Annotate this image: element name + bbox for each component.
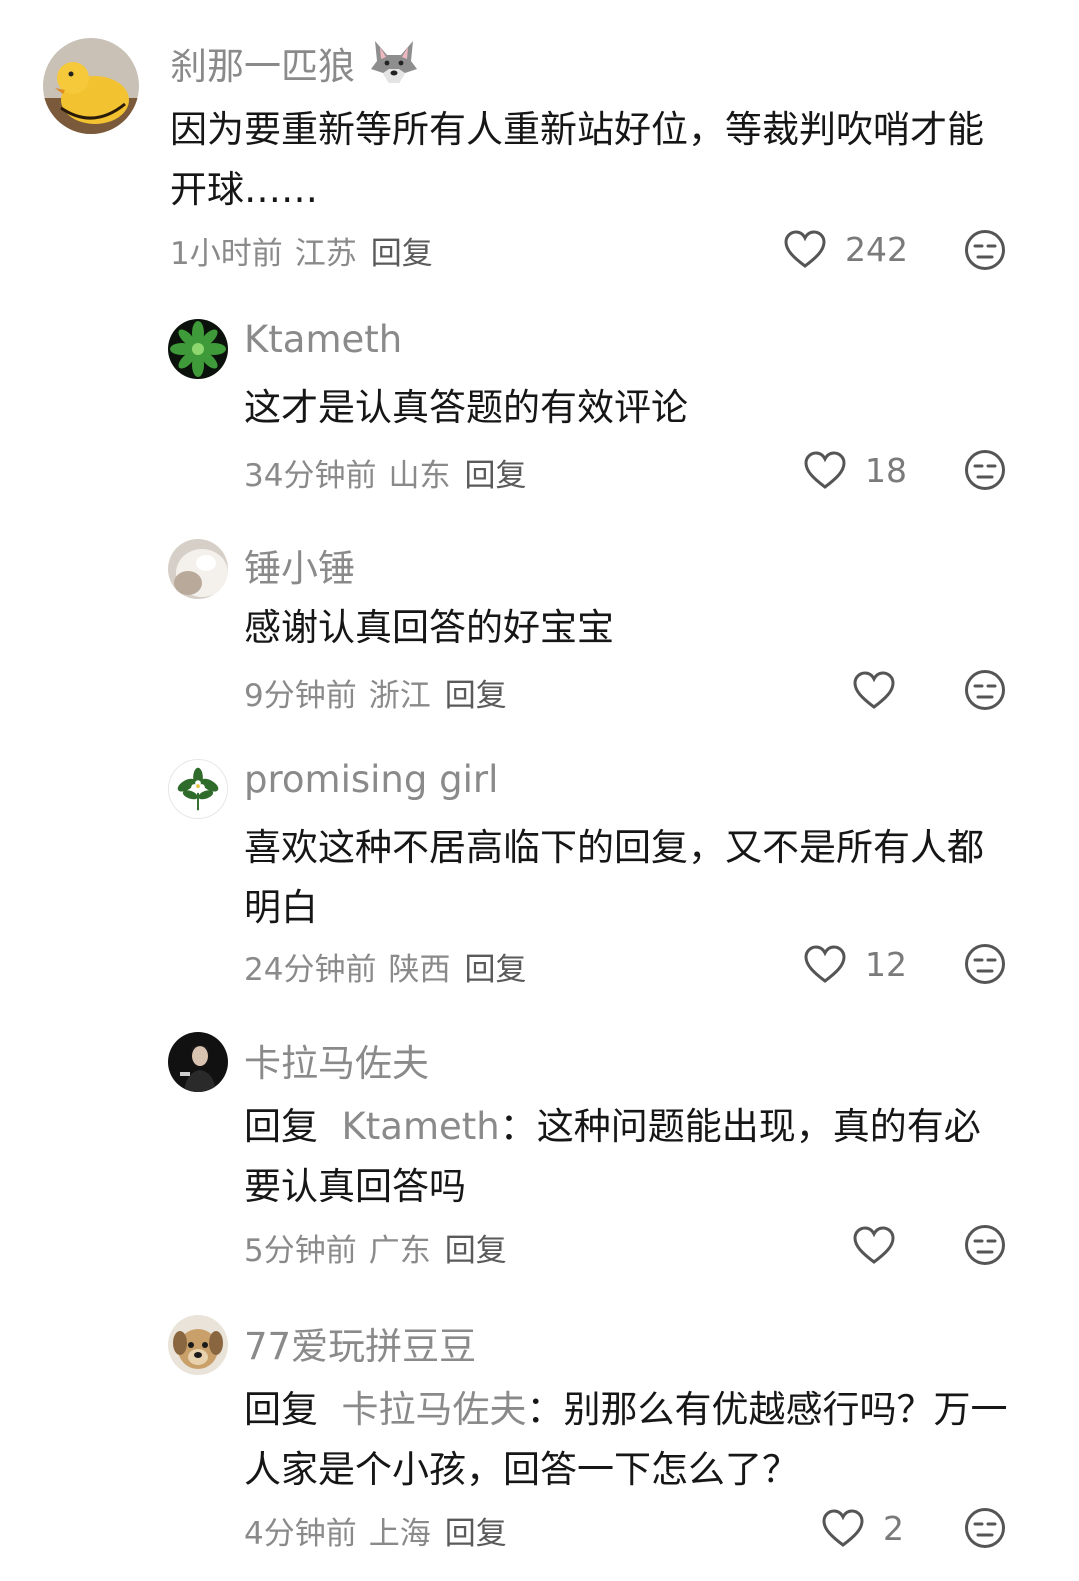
dislike-button[interactable] (964, 229, 1006, 271)
reply-prefix: 回复 (244, 1388, 318, 1431)
wolf-emoji-icon (369, 39, 419, 94)
like-count: 12 (865, 944, 907, 984)
username[interactable]: 锤小锤 (244, 538, 355, 592)
reply-item: promising girl 喜欢这种不居高临下的回复，又不是所有人都明白 24… (0, 730, 1079, 1010)
username[interactable]: 刹那一匹狼 (170, 36, 419, 94)
unamused-face-icon (965, 670, 1005, 710)
dislike-button[interactable] (964, 449, 1006, 491)
comment-location: 陕西 (388, 952, 451, 988)
comment-time: 9分钟前 (244, 678, 357, 714)
reply-prefix: 回复 (244, 1105, 318, 1148)
comment-time: 5分钟前 (244, 1233, 357, 1269)
reply-button[interactable]: 回复 (464, 450, 526, 495)
comment-text: 回复 卡拉马佐夫：别那么有优越感行吗？万一人家是个小孩，回答一下怎么了？ (244, 1380, 1014, 1500)
reply-item: Ktameth 这才是认真答题的有效评论 34分钟前 山东 回复 18 (0, 290, 1079, 510)
comment-text: 回复 Ktameth：这种问题能出现，真的有必要认真回答吗 (244, 1097, 1014, 1217)
yellow-bird-plush-avatar (43, 38, 139, 134)
comment-meta: 1小时前 江苏 回复 (170, 228, 433, 273)
user-avatar[interactable] (168, 759, 228, 819)
like-count: 18 (865, 450, 907, 490)
heart-outline-icon (853, 1226, 895, 1264)
unamused-face-icon (965, 450, 1005, 490)
username[interactable]: Ktameth (244, 318, 402, 361)
reply-to-username[interactable]: 卡拉马佐夫 (342, 1388, 527, 1431)
comment-time: 1小时前 (170, 236, 283, 272)
flower-bouquet-avatar (169, 760, 227, 818)
comment-text: 这才是认真答题的有效评论 (244, 386, 688, 429)
comment-time: 4分钟前 (244, 1516, 357, 1552)
heart-outline-icon (822, 1509, 864, 1547)
comment-time: 24分钟前 (244, 952, 377, 988)
comment-meta: 5分钟前 广东 回复 (244, 1225, 507, 1270)
comment-meta: 24分钟前 陕西 回复 (244, 944, 526, 989)
reply-button[interactable]: 回复 (371, 228, 433, 273)
comment-meta: 34分钟前 山东 回复 (244, 450, 526, 495)
puppy-avatar (168, 1315, 228, 1375)
heart-outline-icon (784, 230, 826, 268)
username[interactable]: promising girl (244, 758, 498, 801)
unamused-face-icon (965, 1225, 1005, 1265)
like-button[interactable]: 2 (821, 1508, 904, 1548)
like-button[interactable]: 12 (803, 944, 907, 984)
comment-item: 刹那一匹狼 因为要重新等所有人重新站好位，等裁判吹哨才能开球…… 1小时前 江苏回… (0, 0, 1079, 290)
comment-text: 因为要重新等所有人重新站好位，等裁判吹哨才能开球…… (170, 108, 984, 211)
comment-time: 34分钟前 (244, 458, 377, 494)
dislike-button[interactable] (964, 943, 1006, 985)
like-button[interactable] (852, 670, 896, 710)
reply-item: 锤小锤 感谢认真回答的好宝宝 9分钟前 浙江 回复 (0, 510, 1079, 730)
user-avatar[interactable] (43, 38, 139, 134)
comment-text: 感谢认真回答的好宝宝 (244, 606, 614, 649)
unamused-face-icon (965, 1508, 1005, 1548)
user-avatar[interactable] (168, 319, 228, 379)
comment-location: 广东 (368, 1233, 431, 1269)
user-avatar[interactable] (168, 1315, 228, 1375)
reply-item: 卡拉马佐夫 回复 Ktameth：这种问题能出现，真的有必要认真回答吗 5分钟前… (0, 1005, 1079, 1290)
reply-to-username[interactable]: Ktameth (342, 1105, 500, 1148)
reply-button[interactable]: 回复 (445, 1225, 507, 1270)
heart-outline-icon (804, 451, 846, 489)
green-leaves-avatar (168, 319, 228, 379)
dislike-button[interactable] (964, 1507, 1006, 1549)
user-avatar[interactable] (168, 539, 228, 599)
dislike-button[interactable] (964, 669, 1006, 711)
like-button[interactable]: 18 (803, 450, 907, 490)
comment-location: 浙江 (368, 678, 431, 714)
unamused-face-icon (965, 944, 1005, 984)
comment-location: 山东 (388, 458, 451, 494)
like-count: 2 (883, 1508, 904, 1548)
like-button[interactable]: 242 (783, 229, 908, 269)
comment-meta: 9分钟前 浙江 回复 (244, 670, 507, 715)
username[interactable]: 77爱玩拼豆豆 (244, 1316, 476, 1370)
comment-location: 上海 (368, 1516, 431, 1552)
user-avatar[interactable] (168, 1032, 228, 1092)
comment-location: 江苏 (294, 236, 357, 272)
comment-meta: 4分钟前 上海 回复 (244, 1508, 507, 1553)
reply-button[interactable]: 回复 (445, 670, 507, 715)
dislike-button[interactable] (964, 1224, 1006, 1266)
heart-outline-icon (853, 671, 895, 709)
white-cat-avatar (168, 539, 228, 599)
reply-button[interactable]: 回复 (445, 1508, 507, 1553)
heart-outline-icon (804, 945, 846, 983)
unamused-face-icon (965, 230, 1005, 270)
username[interactable]: 卡拉马佐夫 (244, 1033, 429, 1087)
like-button[interactable] (852, 1225, 896, 1265)
dark-portrait-avatar (168, 1032, 228, 1092)
reply-button[interactable]: 回复 (464, 944, 526, 989)
reply-item: 77爱玩拼豆豆 回复 卡拉马佐夫：别那么有优越感行吗？万一人家是个小孩，回答一下… (0, 1288, 1079, 1581)
comment-text: 喜欢这种不居高临下的回复，又不是所有人都明白 (244, 826, 984, 929)
like-count: 242 (845, 229, 908, 269)
